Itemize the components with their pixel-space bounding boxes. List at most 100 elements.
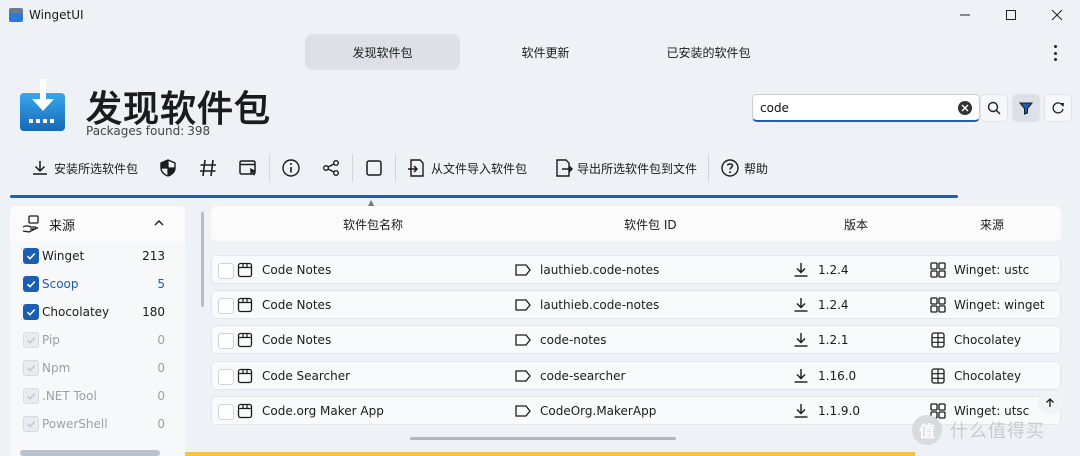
skip-hash-button[interactable] xyxy=(188,150,228,186)
app-icon xyxy=(9,8,23,22)
column-header-source[interactable]: 来源 xyxy=(980,216,1004,233)
source-item[interactable]: PowerShell 0 xyxy=(10,410,185,438)
source-item[interactable]: Pip 0 xyxy=(10,326,185,354)
select-all-button[interactable] xyxy=(354,150,394,186)
hand-package-icon xyxy=(22,215,39,233)
column-header-version[interactable]: 版本 xyxy=(844,216,868,233)
package-id: lauthieb.code-notes xyxy=(540,263,660,277)
chevron-up-icon[interactable] xyxy=(153,217,165,229)
export-to-file-label: 导出所选软件包到文件 xyxy=(577,161,698,176)
column-header-id[interactable]: 软件包 ID xyxy=(624,216,677,233)
package-icon xyxy=(237,403,253,419)
info-icon xyxy=(282,159,300,177)
hash-icon xyxy=(200,159,217,177)
package-name: Code Notes xyxy=(262,263,332,277)
source-checkbox[interactable] xyxy=(23,416,39,432)
package-icon xyxy=(237,297,253,313)
filter-icon xyxy=(1018,102,1034,115)
interactive-install-button[interactable] xyxy=(228,150,268,186)
source-item[interactable]: Chocolatey 180 xyxy=(10,298,185,326)
source-name: Winget xyxy=(42,249,85,263)
sidebar-scrollbar[interactable] xyxy=(201,212,204,307)
horizontal-scrollbar[interactable] xyxy=(410,437,676,440)
help-button[interactable]: 帮助 xyxy=(710,150,778,186)
sources-header[interactable]: 来源 xyxy=(10,206,185,242)
top-nav: 发现软件包 软件更新 已安装的软件包 xyxy=(305,34,786,70)
checkmark-icon xyxy=(26,392,36,400)
reload-button[interactable] xyxy=(1044,94,1072,122)
filter-button[interactable] xyxy=(1012,94,1040,122)
install-selected-button[interactable]: 安装所选软件包 xyxy=(20,150,148,186)
package-id: CodeOrg.MakerApp xyxy=(540,404,657,418)
import-icon xyxy=(408,159,424,177)
source-item[interactable]: Npm 0 xyxy=(10,354,185,382)
version-download-icon xyxy=(794,404,808,418)
source-checkbox[interactable] xyxy=(23,304,39,320)
shield-icon xyxy=(160,159,176,177)
table-row[interactable]: Code Notes lauthieb.code-notes 1.2.4 Winget… xyxy=(211,290,1061,319)
sources-title: 来源 xyxy=(49,218,76,234)
tab-discover[interactable]: 发现软件包 xyxy=(305,34,460,70)
table-row[interactable]: Code Notes code-notes 1.2.1 Chocolatey xyxy=(211,325,1061,354)
close-icon xyxy=(1051,9,1063,21)
package-name: Code.org Maker App xyxy=(262,404,384,418)
row-checkbox[interactable] xyxy=(218,333,234,349)
more-menu-button[interactable] xyxy=(1045,42,1065,64)
admin-install-button[interactable] xyxy=(148,150,188,186)
sources-list: Winget 213 Scoop 5 Chocolatey 180 Pip 0 Npm 0 .NET… xyxy=(10,242,185,438)
search-button[interactable] xyxy=(980,94,1008,122)
toolbar: 安装所选软件包 从文件导入软件包 导出所选软件包到文件 帮助 xyxy=(20,150,778,186)
tag-icon xyxy=(515,334,531,346)
row-checkbox[interactable] xyxy=(218,298,234,314)
checkmark-icon xyxy=(26,280,36,288)
row-checkbox[interactable] xyxy=(218,404,234,420)
close-button[interactable] xyxy=(1034,0,1080,30)
checkmark-icon xyxy=(26,308,36,316)
packages-found-label: Packages found: xyxy=(86,124,185,138)
package-id: code-notes xyxy=(540,333,607,347)
share-button[interactable] xyxy=(311,150,351,186)
loading-progress-bar xyxy=(10,195,958,198)
source-item[interactable]: .NET Tool 0 xyxy=(10,382,185,410)
source-name: Scoop xyxy=(42,277,79,291)
tab-installed[interactable]: 已安装的软件包 xyxy=(631,34,786,70)
source-item[interactable]: Winget 213 xyxy=(10,242,185,270)
winget-icon xyxy=(930,262,946,278)
source-checkbox[interactable] xyxy=(23,276,39,292)
table-row[interactable]: Code Searcher code-searcher 1.16.0 Chocolat… xyxy=(211,361,1061,390)
import-from-file-button[interactable]: 从文件导入软件包 xyxy=(397,150,537,186)
search-input[interactable] xyxy=(760,100,950,115)
source-count: 0 xyxy=(157,417,165,431)
source-count: 180 xyxy=(142,305,165,319)
minimize-button[interactable] xyxy=(942,0,988,30)
row-checkbox[interactable] xyxy=(218,263,234,279)
minimize-icon xyxy=(960,14,970,16)
window-title: WingetUI xyxy=(29,8,84,22)
checkmark-icon xyxy=(26,252,36,260)
package-source: Chocolatey xyxy=(954,333,1022,347)
source-checkbox[interactable] xyxy=(23,360,39,376)
source-checkbox[interactable] xyxy=(23,332,39,348)
export-icon xyxy=(556,159,574,177)
package-icon xyxy=(237,368,253,384)
source-item[interactable]: Scoop 5 xyxy=(10,270,185,298)
clear-search-button[interactable] xyxy=(958,101,972,115)
row-checkbox[interactable] xyxy=(218,369,234,385)
checkmark-icon xyxy=(26,420,36,428)
source-checkbox[interactable] xyxy=(23,388,39,404)
toolbar-divider xyxy=(352,154,354,182)
maximize-button[interactable] xyxy=(988,0,1034,30)
source-checkbox[interactable] xyxy=(23,248,39,264)
watermark: 值 什么值得买 xyxy=(912,410,1080,450)
refresh-icon xyxy=(1052,102,1064,114)
package-name: Code Searcher xyxy=(262,369,351,383)
package-details-button[interactable] xyxy=(271,150,311,186)
package-name: Code Notes xyxy=(262,298,332,312)
export-to-file-button[interactable]: 导出所选软件包到文件 xyxy=(537,150,707,186)
toolbar-divider xyxy=(708,154,710,182)
tab-updates[interactable]: 软件更新 xyxy=(468,34,623,70)
column-header-name[interactable]: 软件包名称 xyxy=(343,216,403,233)
table-row[interactable]: Code Notes lauthieb.code-notes 1.2.4 Winget… xyxy=(211,255,1061,284)
checkbox-icon xyxy=(366,160,382,176)
package-id: code-searcher xyxy=(540,369,626,383)
